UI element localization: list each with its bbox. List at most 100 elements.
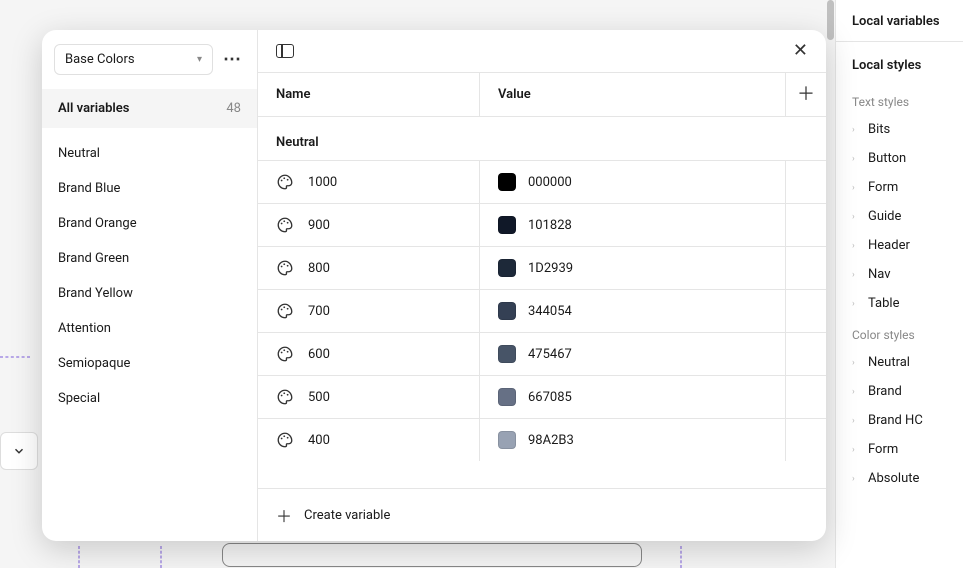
local-variables-heading[interactable]: Local variables bbox=[836, 0, 963, 42]
column-header-name: Name bbox=[258, 73, 480, 116]
variable-name: 1000 bbox=[308, 175, 337, 190]
chevron-right-icon: › bbox=[852, 125, 858, 135]
variable-hex: 475467 bbox=[528, 347, 572, 362]
variable-name: 600 bbox=[308, 347, 330, 362]
style-label: Table bbox=[868, 296, 899, 311]
chevron-right-icon: › bbox=[852, 270, 858, 280]
color-style-item[interactable]: ›Brand bbox=[836, 377, 963, 406]
collection-name: Base Colors bbox=[65, 52, 135, 67]
create-variable-label: Create variable bbox=[304, 508, 390, 523]
variable-group-item[interactable]: Special bbox=[42, 381, 257, 416]
color-type-icon bbox=[276, 388, 294, 406]
variable-hex: 667085 bbox=[528, 390, 572, 405]
variable-row[interactable]: 800 1D2939 bbox=[258, 246, 826, 289]
variable-value-cell[interactable]: 000000 bbox=[480, 161, 786, 203]
bg-dropdown-hint bbox=[0, 432, 38, 470]
collection-selector[interactable]: Base Colors ▾ bbox=[54, 44, 213, 75]
chevron-right-icon: › bbox=[852, 212, 858, 222]
variable-row[interactable]: 1000 000000 bbox=[258, 160, 826, 203]
variable-value-cell[interactable]: 667085 bbox=[480, 376, 786, 418]
more-options-button[interactable]: ⋯ bbox=[221, 49, 245, 70]
text-style-item[interactable]: ›Nav bbox=[836, 260, 963, 289]
variable-group-item[interactable]: Brand Orange bbox=[42, 206, 257, 241]
variable-value-cell[interactable]: 344054 bbox=[480, 290, 786, 332]
style-label: Neutral bbox=[868, 355, 910, 370]
text-style-item[interactable]: ›Form bbox=[836, 173, 963, 202]
variable-name-cell[interactable]: 1000 bbox=[258, 161, 480, 203]
bg-box-hint bbox=[222, 543, 642, 567]
color-type-icon bbox=[276, 345, 294, 363]
variable-row[interactable]: 500 667085 bbox=[258, 375, 826, 418]
chevron-right-icon: › bbox=[852, 474, 858, 484]
variable-row[interactable]: 700344054 bbox=[258, 289, 826, 332]
text-style-item[interactable]: ›Table bbox=[836, 289, 963, 318]
add-mode-button[interactable]: ＋ bbox=[797, 86, 815, 104]
bg-guide bbox=[78, 546, 80, 568]
panel-toggle-icon[interactable] bbox=[276, 44, 294, 58]
color-style-item[interactable]: › Neutral bbox=[836, 348, 963, 377]
variable-group-item[interactable]: Brand Blue bbox=[42, 171, 257, 206]
variable-group-item[interactable]: Neutral bbox=[42, 136, 257, 171]
column-header-value: Value bbox=[480, 73, 786, 116]
table-header: Name Value ＋ bbox=[258, 73, 826, 117]
text-style-item[interactable]: › Button bbox=[836, 144, 963, 173]
style-label: Form bbox=[868, 442, 898, 457]
style-label: Absolute bbox=[868, 471, 919, 486]
bg-guide bbox=[160, 546, 162, 568]
variable-name-cell[interactable]: 900 bbox=[258, 204, 480, 246]
text-style-item[interactable]: ›Bits bbox=[836, 115, 963, 144]
variable-hex: 000000 bbox=[528, 175, 572, 190]
variable-name: 800 bbox=[308, 261, 330, 276]
variable-row[interactable]: 600 475467 bbox=[258, 332, 826, 375]
variable-name-cell[interactable]: 600 bbox=[258, 333, 480, 375]
variable-extra-cell bbox=[786, 290, 826, 332]
variable-extra-cell bbox=[786, 161, 826, 203]
text-style-item[interactable]: ›Guide bbox=[836, 202, 963, 231]
color-style-item[interactable]: › Absolute bbox=[836, 464, 963, 493]
chevron-right-icon: › bbox=[852, 154, 858, 164]
variable-name-cell[interactable]: 800 bbox=[258, 247, 480, 289]
variable-row[interactable]: 40098A2B3 bbox=[258, 418, 826, 461]
variable-value-cell[interactable]: 475467 bbox=[480, 333, 786, 375]
section-label: Neutral bbox=[258, 117, 826, 160]
right-sidebar: Local variables Local styles Text styles… bbox=[835, 0, 963, 568]
chevron-down-icon: ▾ bbox=[197, 54, 202, 65]
bg-guide bbox=[0, 356, 30, 358]
variable-name-cell[interactable]: 700 bbox=[258, 290, 480, 332]
variable-group-item[interactable]: Attention bbox=[42, 311, 257, 346]
style-label: Form bbox=[868, 180, 898, 195]
chevron-right-icon: › bbox=[852, 358, 858, 368]
variable-group-item[interactable]: Brand Yellow bbox=[42, 276, 257, 311]
chevron-right-icon: › bbox=[852, 416, 858, 426]
text-style-item[interactable]: › Header bbox=[836, 231, 963, 260]
color-style-item[interactable]: ›Brand HC bbox=[836, 406, 963, 435]
local-styles-heading[interactable]: Local styles bbox=[836, 42, 963, 85]
text-styles-subheading: Text styles bbox=[836, 85, 963, 115]
all-variables-row[interactable]: All variables 48 bbox=[42, 89, 257, 128]
variable-value-cell[interactable]: 1D2939 bbox=[480, 247, 786, 289]
chevron-right-icon: › bbox=[852, 241, 858, 251]
variable-name: 900 bbox=[308, 218, 330, 233]
close-button[interactable]: ✕ bbox=[793, 42, 808, 60]
chevron-right-icon: › bbox=[852, 445, 858, 455]
style-label: Button bbox=[868, 151, 906, 166]
color-type-icon bbox=[276, 259, 294, 277]
color-swatch bbox=[498, 388, 516, 406]
color-style-item[interactable]: › Form bbox=[836, 435, 963, 464]
variable-group-item[interactable]: Brand Green bbox=[42, 241, 257, 276]
variable-value-cell[interactable]: 98A2B3 bbox=[480, 419, 786, 461]
style-label: Header bbox=[868, 238, 910, 253]
variable-group-item[interactable]: Semiopaque bbox=[42, 346, 257, 381]
variable-value-cell[interactable]: 101828 bbox=[480, 204, 786, 246]
variable-row[interactable]: 900 101828 bbox=[258, 203, 826, 246]
variable-name-cell[interactable]: 400 bbox=[258, 419, 480, 461]
variable-extra-cell bbox=[786, 419, 826, 461]
variable-extra-cell bbox=[786, 333, 826, 375]
canvas-scrollbar[interactable] bbox=[827, 0, 834, 40]
color-styles-subheading: Color styles bbox=[836, 318, 963, 348]
variables-table-body: Neutral 1000 000000 900 101828 800 1D29397003… bbox=[258, 117, 826, 488]
create-variable-button[interactable]: ＋ Create variable bbox=[258, 488, 826, 541]
variable-name-cell[interactable]: 500 bbox=[258, 376, 480, 418]
variable-extra-cell bbox=[786, 247, 826, 289]
color-type-icon bbox=[276, 216, 294, 234]
